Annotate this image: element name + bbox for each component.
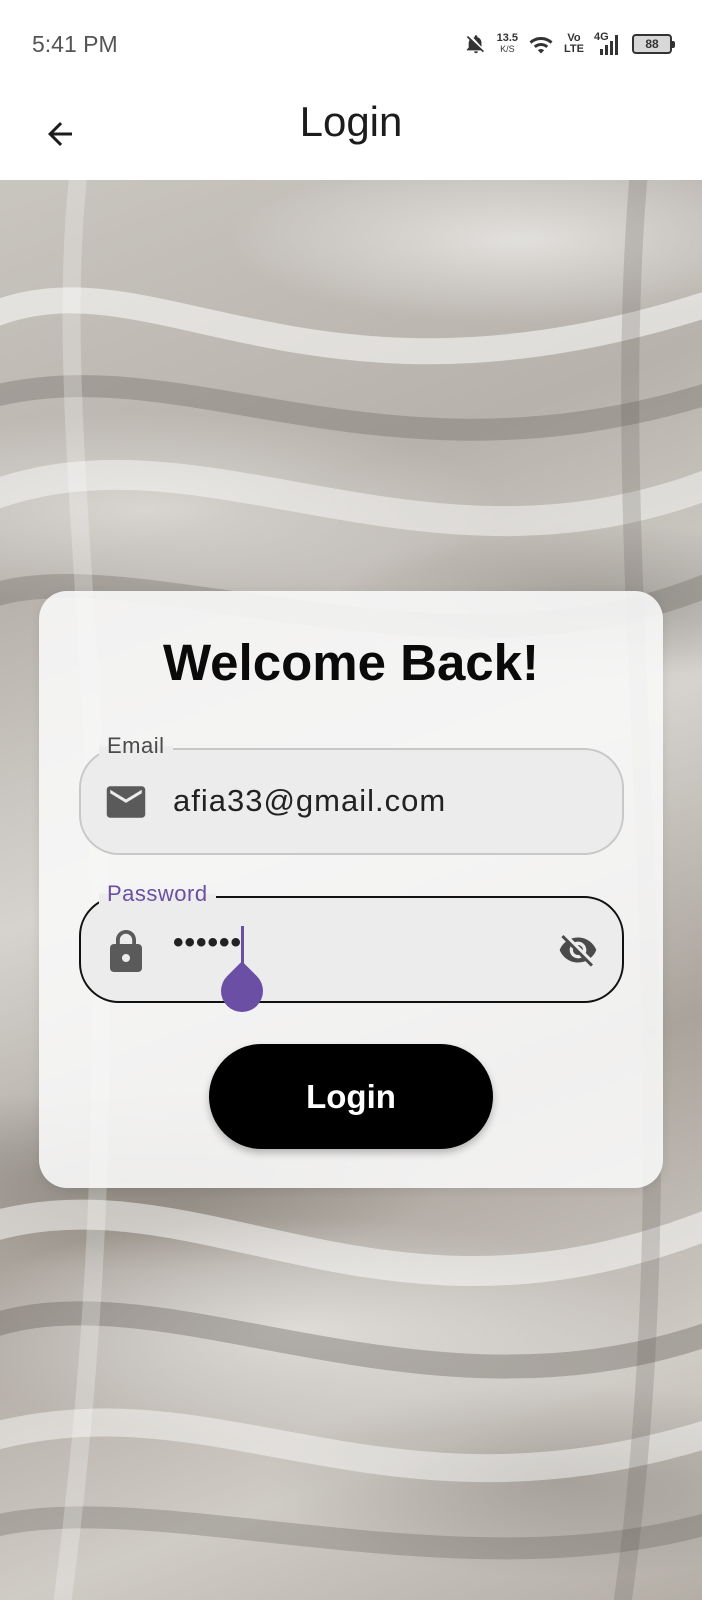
status-icons: 13.5 K/S Vo LTE 4G 88 [465,31,675,57]
password-field[interactable]: Password •••••• [79,881,624,1021]
password-label: Password [99,881,216,907]
email-input[interactable]: afia33@gmail.com [173,783,446,819]
lock-icon [103,928,149,972]
login-card: Welcome Back! Email afia33@gmail.com Pas… [39,591,663,1188]
login-button[interactable]: Login [209,1044,493,1149]
volte-indicator: Vo LTE [564,33,584,55]
password-input[interactable]: •••••• [173,926,242,960]
volte-bottom: LTE [564,43,584,55]
status-time: 5:41 PM [32,30,118,57]
battery-icon: 88 [632,34,675,54]
net-speed: 13.5 K/S [497,33,518,55]
mail-icon [103,780,149,824]
status-bar: 5:41 PM 13.5 K/S Vo LTE 4G 88 [0,0,702,88]
net-speed-unit: K/S [500,44,515,54]
signal-icon: 4G [594,31,622,57]
bell-off-icon [465,32,487,56]
wifi-icon [528,33,554,55]
email-label: Email [99,733,173,759]
page-title: Login [299,98,403,145]
welcome-heading: Welcome Back! [162,634,540,691]
email-field[interactable]: Email afia33@gmail.com [79,733,624,855]
net-speed-value: 13.5 [496,32,519,44]
app-bar: Login [0,88,702,180]
battery-level: 88 [645,37,659,51]
visibility-off-icon[interactable] [554,928,602,972]
cursor-handle[interactable] [212,961,272,1021]
